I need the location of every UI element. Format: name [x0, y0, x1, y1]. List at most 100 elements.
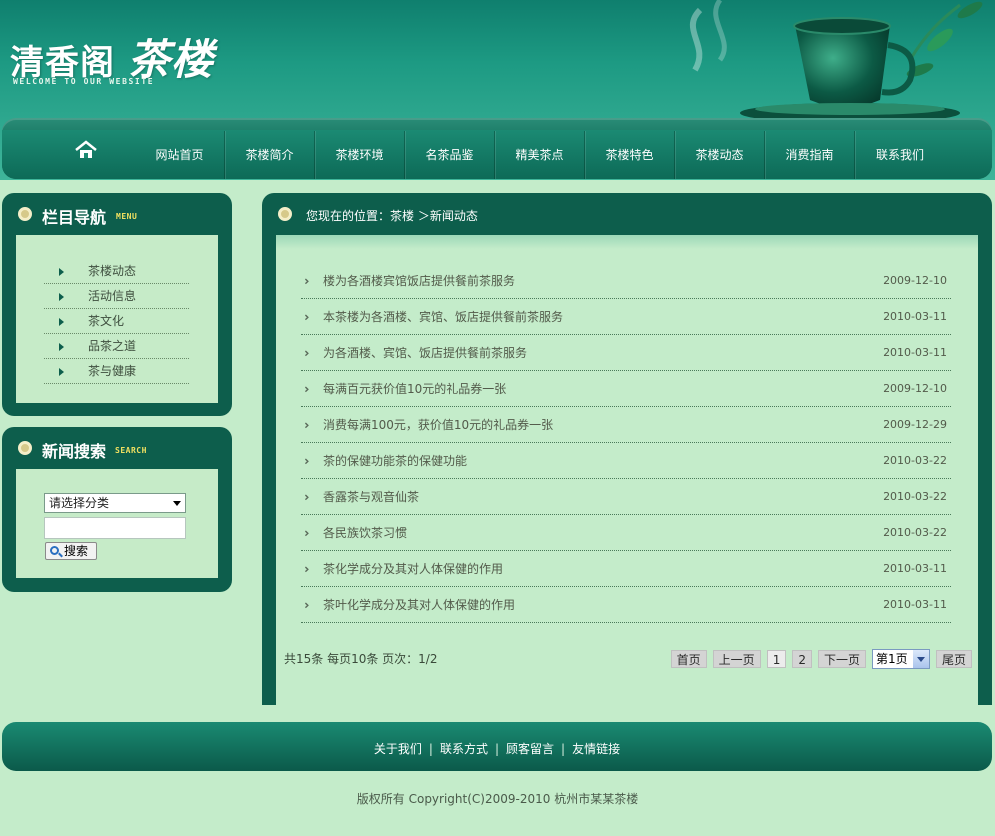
news-item[interactable]: ›› 茶叶化学成分及其对人体保健的作用 2010-03-11 [301, 587, 951, 623]
news-item[interactable]: ›› 楼为各酒楼宾馆饭店提供餐前茶服务 2009-12-10 [301, 263, 951, 299]
tea-cup-illustration [689, 0, 983, 123]
news-date: 2010-03-11 [883, 598, 947, 611]
pagination-info: 共15条 每页10条 页次：1/2 [284, 652, 438, 666]
nav-item-home[interactable]: 网站首页 [135, 131, 225, 179]
search-panel-title-en: SEARCH [115, 446, 147, 455]
news-title: 茶的保健功能茶的保健功能 [323, 454, 468, 468]
news-date: 2010-03-11 [883, 346, 947, 359]
breadcrumb: 您现在的位置：茶楼 ＞新闻动态 [306, 209, 478, 223]
category-select-value: 请选择分类 [49, 496, 110, 510]
prev-page-button[interactable]: 上一页 [712, 650, 761, 668]
footer-separator: | [561, 742, 566, 756]
news-date: 2010-03-11 [883, 562, 947, 575]
news-title: 每满百元获价值10元的礼品券一张 [323, 382, 507, 396]
search-panel-header: 新闻搜索 SEARCH [2, 427, 232, 469]
nav-item-about[interactable]: 茶楼简介 [225, 131, 315, 179]
footer-bar: 关于我们 | 联系方式 | 顾客留言 | 友情链接 [2, 722, 992, 771]
news-item[interactable]: ›› 为各酒楼、宾馆、饭店提供餐前茶服务 2010-03-11 [301, 335, 951, 371]
menu-item-tea-house-news[interactable]: 茶楼动态 [44, 259, 189, 284]
footer-link-friends[interactable]: 友情链接 [572, 742, 620, 756]
arrow-right-icon [59, 318, 64, 326]
search-button[interactable]: 搜索 [45, 542, 97, 560]
search-panel-body: 请选择分类 搜索 [16, 469, 218, 578]
nav-menu: 网站首页 茶楼简介 茶楼环境 名茶品鉴 精美茶点 茶楼特色 茶楼动态 消费指南 … [135, 131, 945, 179]
nav-item-contact[interactable]: 联系我们 [855, 131, 945, 179]
nav-item-environment[interactable]: 茶楼环境 [315, 131, 405, 179]
double-chevron-icon: ›› [304, 562, 309, 576]
double-chevron-icon: ›› [304, 598, 309, 612]
news-date: 2009-12-29 [883, 418, 947, 431]
news-title: 为各酒楼、宾馆、饭店提供餐前茶服务 [323, 346, 528, 360]
footer-separator: | [494, 742, 500, 756]
double-chevron-icon: ›› [304, 454, 309, 468]
nav-item-snacks[interactable]: 精美茶点 [495, 131, 585, 179]
menu-item-label: 茶与健康 [88, 364, 137, 378]
footer-link-guestbook[interactable]: 顾客留言 [506, 742, 554, 756]
news-item[interactable]: ›› 香露茶与观音仙茶 2010-03-22 [301, 479, 951, 515]
news-item[interactable]: ›› 本茶楼为各酒楼、宾馆、饭店提供餐前茶服务 2010-03-11 [301, 299, 951, 335]
page-select-value: 第1页 [875, 652, 908, 666]
page-select[interactable]: 第1页 [871, 649, 930, 669]
next-page-button[interactable]: 下一页 [817, 650, 866, 668]
news-panel: 您现在的位置：茶楼 ＞新闻动态 ›› 楼为各酒楼宾馆饭店提供餐前茶服务 2009… [262, 193, 992, 705]
menu-panel-title: 栏目导航 [42, 208, 107, 227]
nav-item-guide[interactable]: 消费指南 [765, 131, 855, 179]
news-title: 茶叶化学成分及其对人体保健的作用 [323, 598, 516, 612]
news-date: 2010-03-11 [883, 310, 947, 323]
search-button-label: 搜索 [64, 544, 89, 558]
nav-item-features[interactable]: 茶楼特色 [585, 131, 675, 179]
footer-link-contact[interactable]: 联系方式 [440, 742, 488, 756]
page-number-2[interactable]: 2 [792, 650, 812, 668]
menu-item-tea-culture[interactable]: 茶文化 [44, 309, 189, 334]
news-list: ›› 楼为各酒楼宾馆饭店提供餐前茶服务 2009-12-10 ›› 本茶楼为各酒… [301, 263, 951, 623]
keyword-input[interactable] [44, 517, 186, 539]
news-panel-header: 您现在的位置：茶楼 ＞新闻动态 [262, 193, 992, 235]
menu-item-events[interactable]: 活动信息 [44, 284, 189, 309]
menu-panel-body: 茶楼动态 活动信息 茶文化 品茶之道 茶与健康 [16, 235, 218, 403]
news-title: 消费每满100元，获价值10元的礼品券一张 [323, 418, 554, 432]
double-chevron-icon: ›› [304, 526, 309, 540]
menu-item-label: 品茶之道 [88, 339, 137, 353]
search-icon [50, 546, 59, 555]
category-select[interactable]: 请选择分类 [44, 493, 186, 513]
first-page-button[interactable]: 首页 [670, 650, 707, 668]
menu-panel-header: 栏目导航 MENU [2, 193, 232, 235]
chevron-down-icon [912, 650, 929, 668]
news-item[interactable]: ›› 茶的保健功能茶的保健功能 2010-03-22 [301, 443, 951, 479]
news-item[interactable]: ›› 消费每满100元，获价值10元的礼品券一张 2009-12-29 [301, 407, 951, 443]
news-title: 楼为各酒楼宾馆饭店提供餐前茶服务 [323, 274, 516, 288]
arrow-right-icon [59, 268, 64, 276]
double-chevron-icon: ›› [304, 346, 309, 360]
menu-item-tea-health[interactable]: 茶与健康 [44, 359, 189, 384]
search-panel-title: 新闻搜索 [42, 442, 107, 461]
arrow-right-icon [59, 293, 64, 301]
menu-item-label: 茶楼动态 [88, 264, 137, 278]
nav-item-tea-tasting[interactable]: 名茶品鉴 [405, 131, 495, 179]
double-chevron-icon: ›› [304, 418, 309, 432]
footer-link-about[interactable]: 关于我们 [374, 742, 422, 756]
news-date: 2009-12-10 [883, 274, 947, 287]
double-chevron-icon: ›› [304, 310, 309, 324]
news-item[interactable]: ›› 茶化学成分及其对人体保健的作用 2010-03-11 [301, 551, 951, 587]
menu-item-tea-tasting-way[interactable]: 品茶之道 [44, 334, 189, 359]
menu-panel-title-en: MENU [116, 212, 138, 221]
news-date: 2010-03-22 [883, 526, 947, 539]
home-icon[interactable] [74, 140, 98, 160]
double-chevron-icon: ›› [304, 274, 309, 288]
news-date: 2010-03-22 [883, 454, 947, 467]
pagination: 首页 上一页 1 2 下一页 第1页 尾页 [665, 649, 972, 669]
footer-links: 关于我们 | 联系方式 | 顾客留言 | 友情链接 [374, 740, 620, 757]
bullet-icon [18, 207, 32, 221]
news-date: 2010-03-22 [883, 490, 947, 503]
logo-tagline: WELCOME TO OUR WEBSITE [13, 77, 155, 86]
news-item[interactable]: ›› 各民族饮茶习惯 2010-03-22 [301, 515, 951, 551]
nav-item-news[interactable]: 茶楼动态 [675, 131, 765, 179]
news-item[interactable]: ›› 每满百元获价值10元的礼品券一张 2009-12-10 [301, 371, 951, 407]
page-number-1[interactable]: 1 [766, 650, 787, 668]
last-page-button[interactable]: 尾页 [935, 650, 972, 668]
news-title: 本茶楼为各酒楼、宾馆、饭店提供餐前茶服务 [323, 310, 564, 324]
news-panel-body: ›› 楼为各酒楼宾馆饭店提供餐前茶服务 2009-12-10 ›› 本茶楼为各酒… [276, 235, 978, 705]
double-chevron-icon: ›› [304, 490, 309, 504]
menu-panel: 栏目导航 MENU 茶楼动态 活动信息 茶文化 品茶之道 茶与健康 [2, 193, 232, 416]
menu-item-label: 活动信息 [88, 289, 137, 303]
